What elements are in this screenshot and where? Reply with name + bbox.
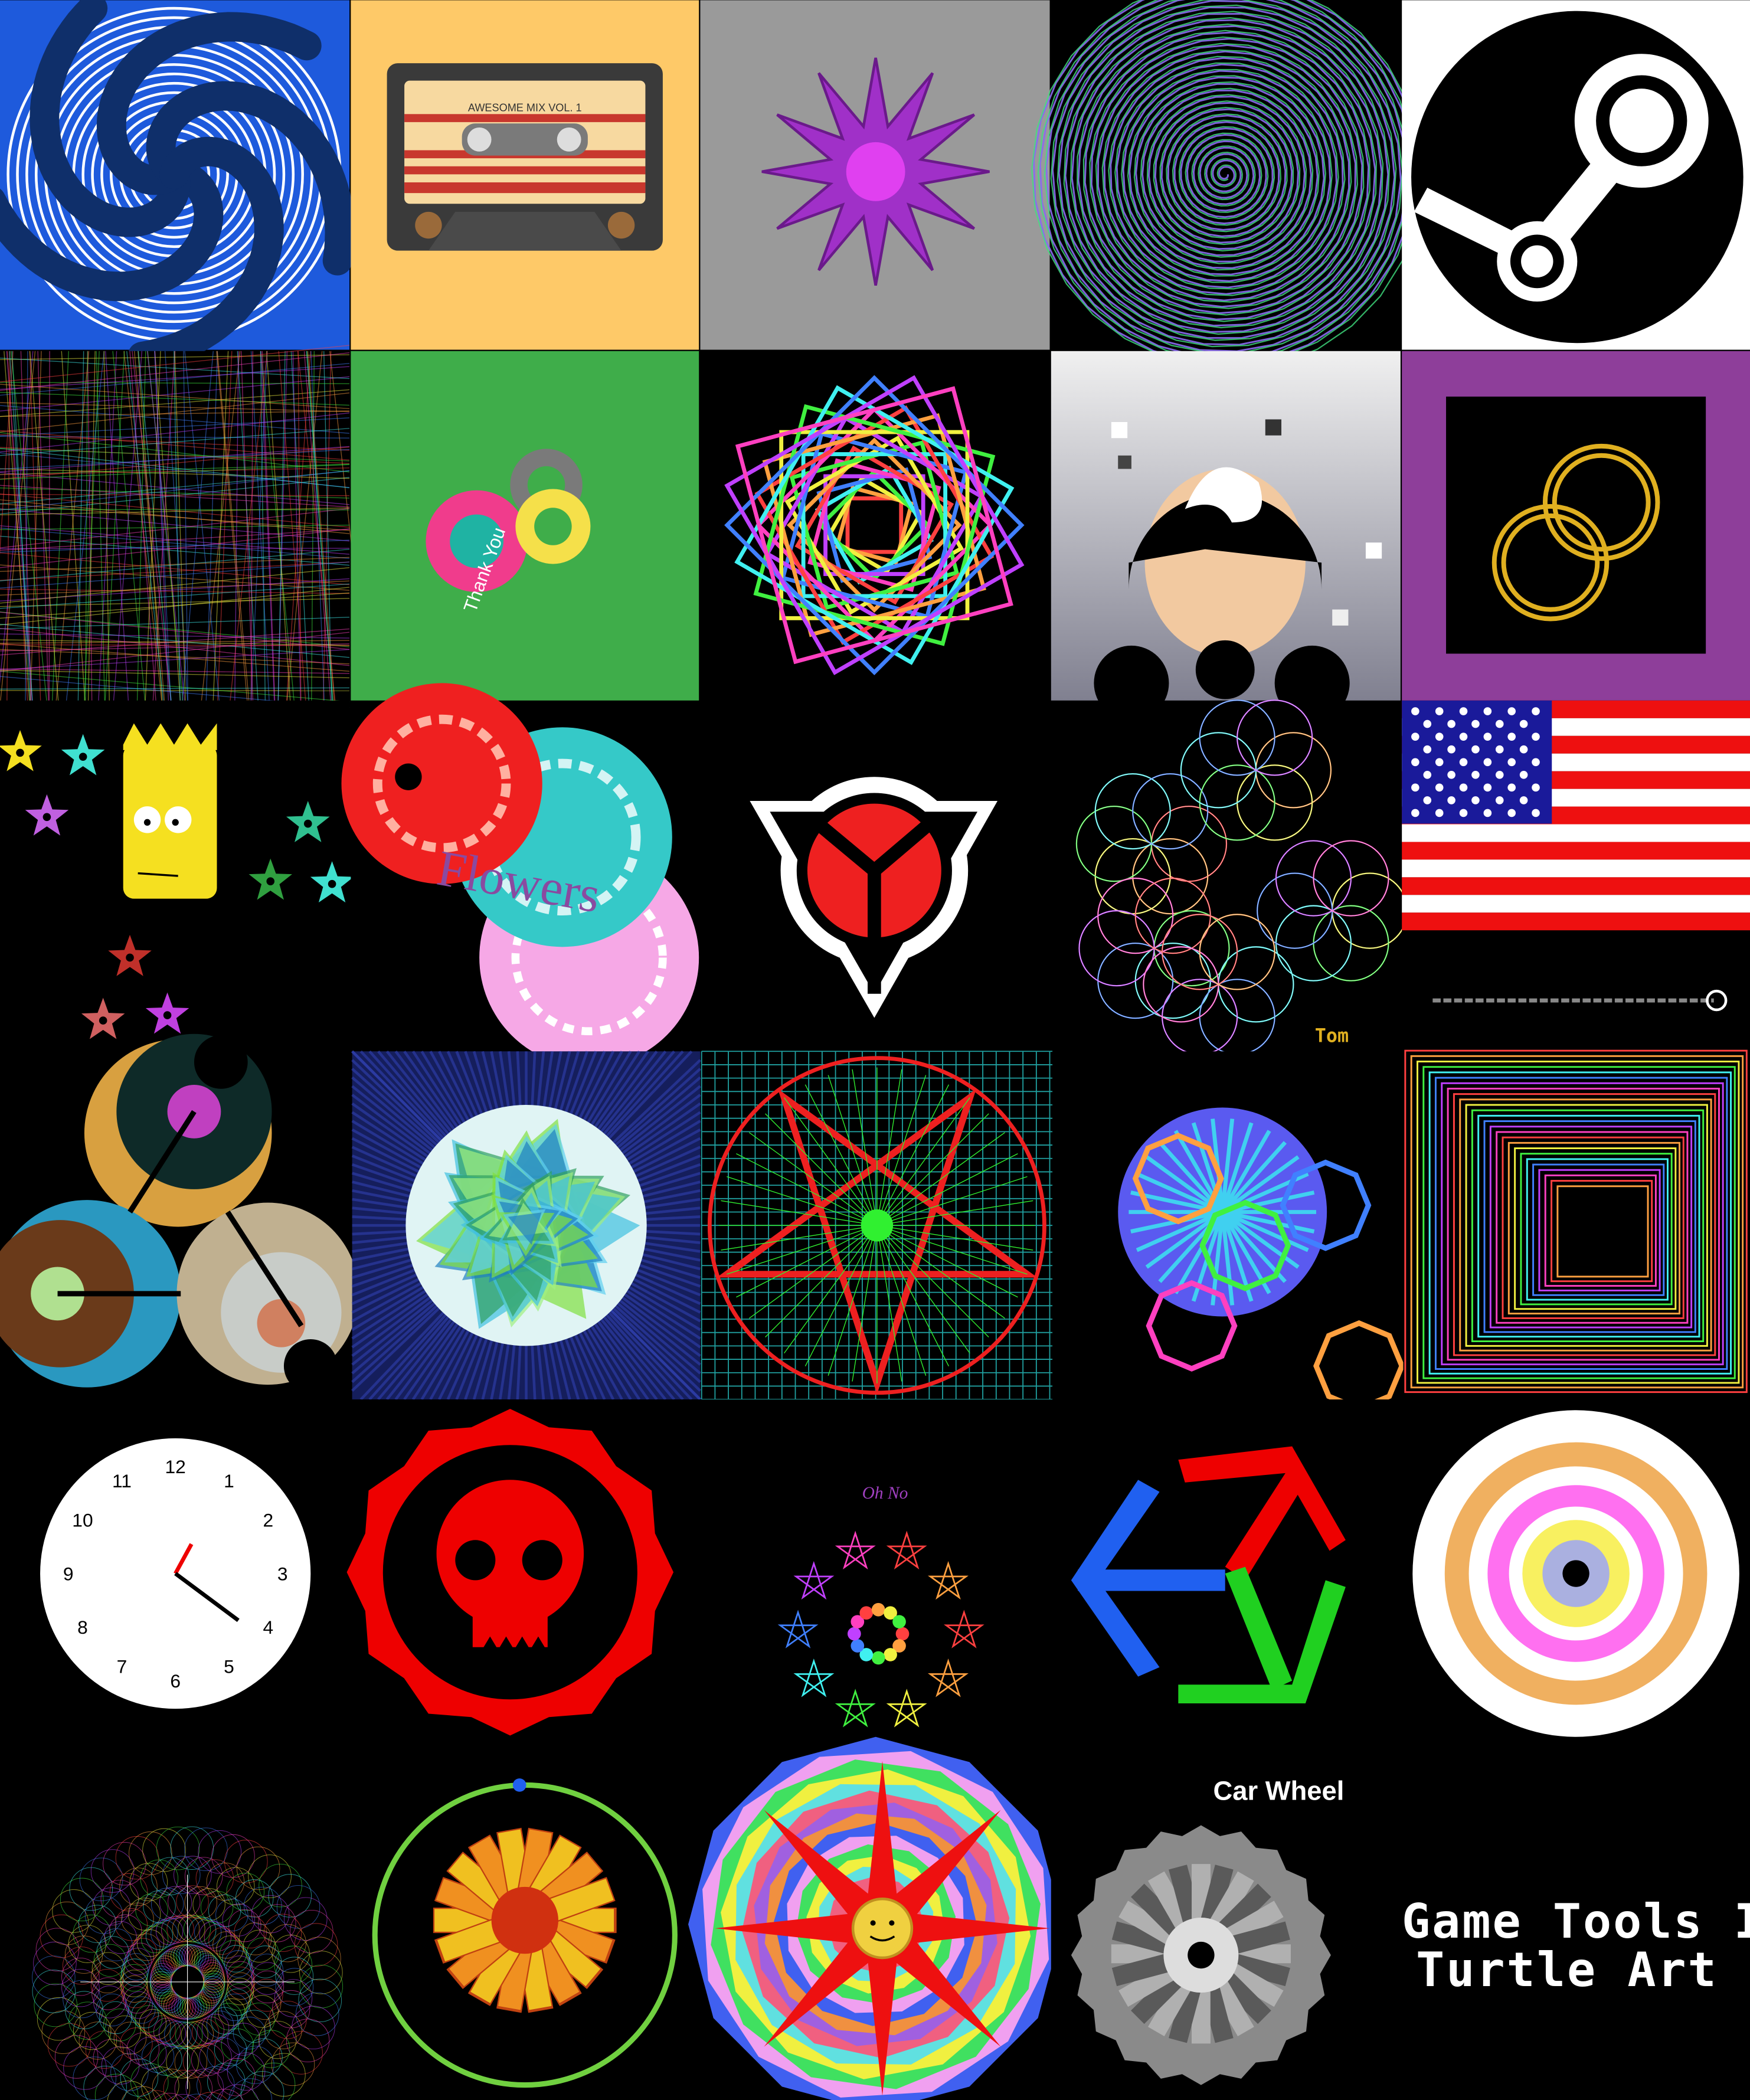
- tile-rgb-cube: [1050, 1399, 1402, 1748]
- tile-flower-of-life: Tom: [1051, 700, 1407, 1054]
- turtle-art-collage: AWESOME MIX VOL. 1 Thank You Flowers Tom…: [0, 0, 1750, 2100]
- tile-string-noise: [0, 345, 369, 708]
- tile-gold-rings: [1402, 351, 1750, 701]
- clock-number: 2: [263, 1510, 274, 1531]
- tile-helghast-logo: [700, 701, 1049, 1050]
- tile-helmet-face: [1051, 351, 1401, 721]
- tile-spiral-swirl: [0, 0, 349, 356]
- clock-number: 7: [117, 1656, 127, 1677]
- tile-square-tunnel: [1403, 1051, 1750, 1399]
- tile-oh-no-stars: Oh No: [700, 1399, 1049, 1748]
- tile-sun-face: [688, 1737, 1063, 2100]
- collage-title: Game Tools II Turtle Art: [1402, 1898, 1732, 1994]
- clock-number: 5: [224, 1656, 234, 1677]
- oh-no-label: Oh No: [862, 1484, 908, 1503]
- tom-label: Tom: [1315, 1025, 1349, 1046]
- clock-number: 4: [263, 1617, 274, 1638]
- clock-number: 1: [224, 1470, 234, 1491]
- clock-number: 6: [170, 1670, 181, 1692]
- tile-bart-stars: [0, 701, 354, 1050]
- tile-dot-galaxy: [0, 1748, 351, 2100]
- title-line-1: Game Tools II: [1402, 1898, 1732, 1946]
- tile-golden-wheel: [351, 1748, 700, 2100]
- tile-cassette: AWESOME MIX VOL. 1: [351, 0, 699, 349]
- tile-green-globe: [352, 1051, 701, 1399]
- tile-blue-polygon: [1054, 1051, 1402, 1409]
- tile-skull-gear: [347, 1399, 701, 1748]
- title-line-2: Turtle Art: [1402, 1946, 1732, 1994]
- clock-number: 12: [165, 1456, 186, 1477]
- tile-clock: 121234567891011: [0, 1399, 351, 1748]
- tile-circle-clocks: [0, 1034, 359, 1398]
- tile-rainbow-spiral: [1032, 0, 1422, 365]
- tile-purple-star: [700, 0, 1049, 349]
- car-wheel-label: Car Wheel: [1213, 1775, 1345, 1805]
- tile-target: [1402, 1399, 1750, 1748]
- clock-number: 11: [112, 1470, 132, 1491]
- tile-square-mandala: [700, 351, 1049, 701]
- tile-car-wheel: Car Wheel: [1051, 1749, 1401, 2099]
- clock-number: 10: [72, 1510, 93, 1531]
- tile-pentagram: [702, 1051, 1052, 1399]
- tile-thank-you: Thank You: [351, 351, 699, 701]
- tile-steam-logo: [1402, 0, 1750, 349]
- tile-us-flag: [1402, 701, 1750, 1050]
- cassette-label: AWESOME MIX VOL. 1: [468, 102, 582, 114]
- tile-flowers: Flowers: [341, 683, 699, 1067]
- clock-number: 9: [63, 1563, 74, 1584]
- clock-number: 3: [277, 1563, 288, 1584]
- clock-number: 8: [77, 1617, 88, 1638]
